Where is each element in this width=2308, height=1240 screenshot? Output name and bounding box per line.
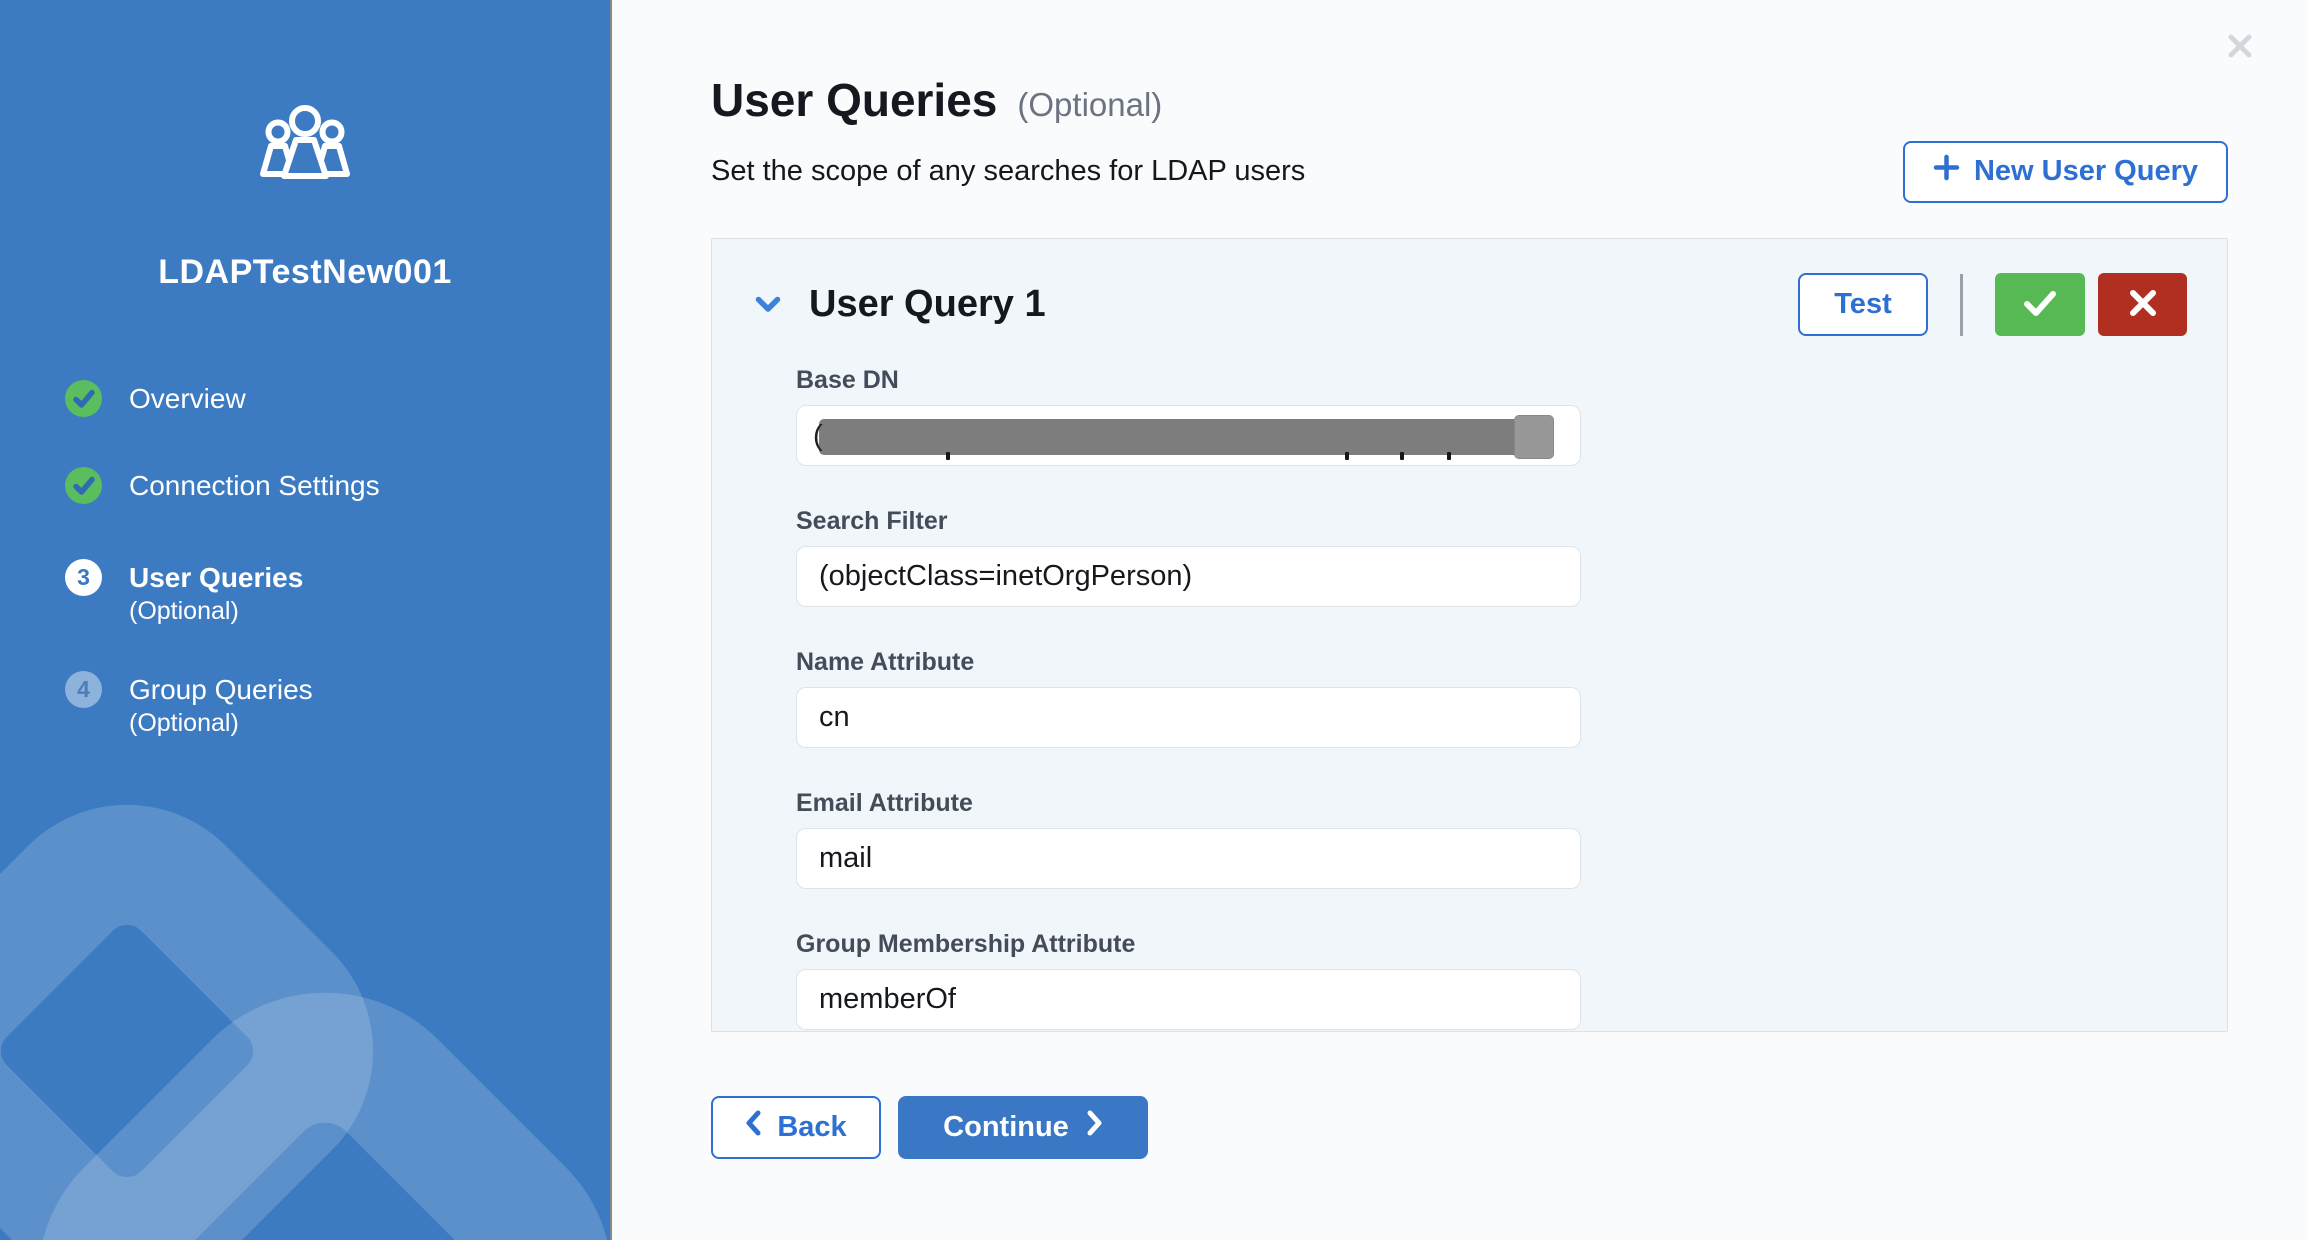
- step-label: Overview: [129, 383, 246, 414]
- stepper-item-group-queries[interactable]: 4 Group Queries (Optional): [65, 671, 610, 738]
- continue-label: Continue: [943, 1111, 1069, 1144]
- redacted-text-mark: [1400, 452, 1404, 460]
- step-sublabel: (Optional): [129, 709, 239, 737]
- step-sublabel: (Optional): [129, 597, 239, 625]
- group-membership-attribute-input[interactable]: [796, 969, 1581, 1030]
- stepper-item-connection-settings[interactable]: Connection Settings: [65, 467, 610, 504]
- step-complete-icon: [65, 467, 102, 504]
- back-label: Back: [777, 1111, 846, 1144]
- x-icon: [2128, 288, 2158, 321]
- new-user-query-button[interactable]: New User Query: [1903, 141, 2228, 203]
- field-label-base-dn: Base DN: [796, 365, 1581, 395]
- field-label-search-filter: Search Filter: [796, 506, 1581, 536]
- chevron-left-icon: [745, 1110, 761, 1144]
- continue-button[interactable]: Continue: [898, 1096, 1148, 1159]
- field-label-name-attribute: Name Attribute: [796, 647, 1581, 677]
- close-icon[interactable]: [2222, 28, 2258, 64]
- email-attribute-input[interactable]: [796, 828, 1581, 889]
- field-label-email-attribute: Email Attribute: [796, 788, 1581, 818]
- check-icon: [2020, 287, 2060, 322]
- back-button[interactable]: Back: [711, 1096, 881, 1159]
- new-user-query-label: New User Query: [1974, 155, 2198, 188]
- redacted-text-mark: [1345, 452, 1349, 460]
- page-subtitle: Set the scope of any searches for LDAP u…: [711, 155, 1305, 188]
- step-label: User Queries: [129, 562, 303, 593]
- step-number-badge: 4: [65, 671, 102, 708]
- redacted-text-mark: [946, 452, 950, 460]
- test-button[interactable]: Test: [1798, 273, 1928, 336]
- step-number-badge: 3: [65, 559, 102, 596]
- chevron-right-icon: [1087, 1110, 1103, 1144]
- redaction-end-cap: [1514, 415, 1554, 459]
- redacted-value-prefix: (: [813, 420, 823, 453]
- redacted-text-mark: [1447, 452, 1451, 460]
- step-label: Group Queries: [129, 674, 313, 705]
- wizard-stepper: Overview Connection Settings 3 User Quer…: [0, 380, 610, 738]
- redaction-bar: [819, 419, 1548, 455]
- confirm-button[interactable]: [1995, 273, 2085, 336]
- chevron-down-icon[interactable]: [752, 293, 784, 316]
- page-title: User Queries: [711, 74, 997, 127]
- delete-button[interactable]: [2098, 273, 2187, 336]
- step-label: Connection Settings: [129, 470, 380, 501]
- divider: [1960, 274, 1963, 336]
- query-title: User Query 1: [809, 283, 1046, 326]
- base-dn-input[interactable]: (: [796, 405, 1581, 466]
- user-queries-page: User Queries (Optional) Set the scope of…: [612, 0, 2308, 1240]
- plus-icon: [1933, 154, 1960, 189]
- stepper-item-overview[interactable]: Overview: [65, 380, 610, 417]
- search-filter-input[interactable]: [796, 546, 1581, 607]
- name-attribute-input[interactable]: [796, 687, 1581, 748]
- users-group-icon: [257, 169, 353, 186]
- page-title-suffix: (Optional): [1017, 86, 1162, 124]
- user-query-panel: User Query 1 Test Base DN: [711, 238, 2228, 1032]
- page-header: User Queries (Optional): [711, 74, 2228, 127]
- stepper-item-user-queries[interactable]: 3 User Queries (Optional): [65, 559, 610, 626]
- query-form: Base DN ( Search Filter Name Attribute: [796, 365, 1581, 1030]
- wizard-sidebar: LDAPTestNew001 Overview Connection Setti…: [0, 0, 612, 1240]
- field-label-group-membership-attribute: Group Membership Attribute: [796, 929, 1581, 959]
- connection-name: LDAPTestNew001: [0, 253, 610, 292]
- step-complete-icon: [65, 380, 102, 417]
